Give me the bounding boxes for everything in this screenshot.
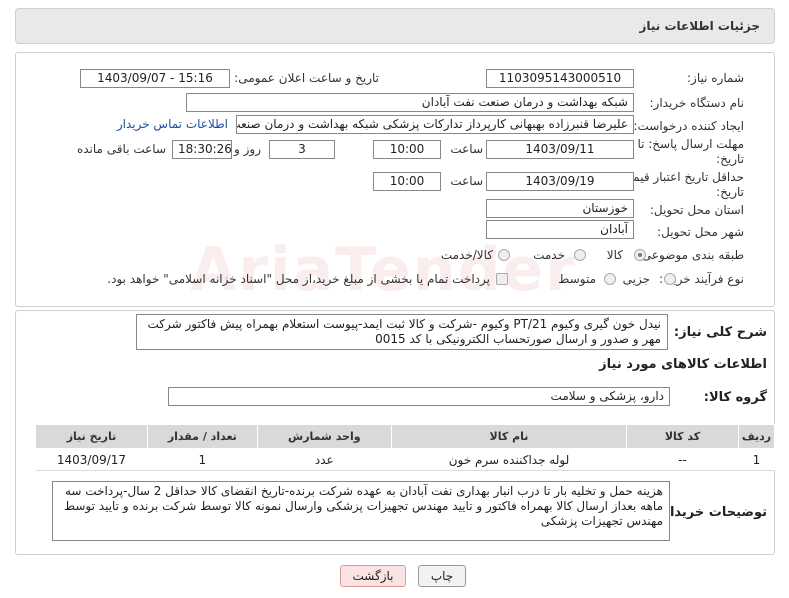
col-header-name: نام کالا bbox=[390, 424, 628, 449]
deadline-label-2: تاریخ: bbox=[716, 152, 744, 166]
items-table: ردیف کد کالا نام کالا واحد شمارش تعداد /… bbox=[35, 424, 776, 471]
province-label: استان محل تحویل: bbox=[649, 203, 744, 217]
creator-label: ایجاد کننده درخواست: bbox=[633, 119, 744, 133]
deadline-time-field[interactable]: 10:00 bbox=[373, 140, 441, 159]
goods-info-title: اطلاعات کالاهای مورد نیاز bbox=[599, 357, 767, 372]
deadline-label-1: مهلت ارسال پاسخ: تا bbox=[637, 137, 744, 151]
validity-date-field[interactable]: 1403/09/19 bbox=[486, 172, 634, 191]
payment-checkbox[interactable] bbox=[496, 273, 508, 285]
announce-field[interactable]: 1403/09/07 - 15:16 bbox=[80, 69, 230, 88]
process-medium-label: متوسط bbox=[558, 272, 596, 286]
table-row[interactable]: 1 -- لوله جداکننده سرم خون عدد 1 1403/09… bbox=[35, 448, 775, 471]
need-number-field[interactable]: 1103095143000510 bbox=[486, 69, 634, 88]
deadline-date-field[interactable]: 1403/09/11 bbox=[486, 140, 634, 159]
category-goods-radio[interactable] bbox=[634, 249, 646, 261]
category-both-radio[interactable] bbox=[498, 249, 510, 261]
watermark-logo: AriaTender bbox=[190, 235, 577, 305]
col-header-code: کد کالا bbox=[626, 424, 739, 449]
days-label: روز و bbox=[234, 142, 261, 156]
contact-link[interactable]: اطلاعات تماس خریدار bbox=[117, 117, 228, 131]
cell-row-number: 1 bbox=[738, 448, 775, 471]
city-label: شهر محل تحویل: bbox=[657, 225, 744, 239]
process-partial-radio[interactable] bbox=[664, 273, 676, 285]
buyer-field[interactable]: شبکه بهداشت و درمان صنعت نفت آبادان bbox=[186, 93, 634, 112]
days-field[interactable]: 3 bbox=[269, 140, 335, 159]
col-header-unit: واحد شمارش bbox=[256, 424, 392, 449]
payment-note: پرداخت تمام یا بخشی از مبلغ خرید،از محل … bbox=[107, 272, 490, 286]
panel-header: جزئیات اطلاعات نیاز bbox=[15, 8, 775, 44]
process-medium-radio[interactable] bbox=[604, 273, 616, 285]
buyer-notes-textarea[interactable]: هزینه حمل و تخلیه بار تا درب انبار بهدار… bbox=[52, 481, 670, 541]
buyer-label: نام دستگاه خریدار: bbox=[649, 96, 745, 110]
goods-group-label: گروه کالا: bbox=[703, 390, 767, 405]
remaining-label: ساعت باقی مانده bbox=[76, 142, 166, 156]
cell-quantity: 1 bbox=[147, 448, 258, 471]
cell-date: 1403/09/17 bbox=[35, 448, 148, 471]
table-header-row: ردیف کد کالا نام کالا واحد شمارش تعداد /… bbox=[35, 424, 776, 449]
cell-unit: عدد bbox=[257, 448, 392, 471]
description-textarea[interactable]: نیدل خون گیری وکیوم PT/21 وکیوم -شرکت و … bbox=[136, 314, 668, 350]
remaining-time-field[interactable]: 18:30:26 bbox=[172, 140, 232, 159]
validity-time-label: ساعت bbox=[450, 174, 483, 188]
print-button[interactable]: چاپ bbox=[418, 565, 466, 587]
category-service-radio[interactable] bbox=[574, 249, 586, 261]
back-button[interactable]: بازگشت bbox=[340, 565, 406, 587]
description-label: شرح کلی نیاز: bbox=[673, 325, 767, 340]
deadline-time-label: ساعت bbox=[450, 142, 483, 156]
category-both-label: کالا/خدمت bbox=[440, 248, 493, 262]
buyer-notes-label: توضیحات خریدار: bbox=[657, 505, 767, 520]
category-label: طبقه بندی موضوعی: bbox=[637, 248, 744, 262]
col-header-date: تاریخ نیاز bbox=[35, 424, 148, 449]
process-partial-label: جزیی bbox=[622, 272, 650, 286]
need-number-label: شماره نیاز: bbox=[687, 71, 744, 85]
panel-title: جزئیات اطلاعات نیاز bbox=[639, 19, 760, 33]
col-header-quantity: تعداد / مقدار bbox=[146, 424, 258, 449]
cell-name: لوله جداکننده سرم خون bbox=[391, 448, 627, 471]
announce-label: تاریخ و ساعت اعلان عمومی: bbox=[234, 71, 379, 85]
goods-group-field[interactable]: دارو، پزشکی و سلامت bbox=[168, 387, 670, 406]
cell-code: -- bbox=[626, 448, 739, 471]
city-field[interactable]: آبادان bbox=[486, 220, 634, 239]
category-service-label: خدمت bbox=[533, 248, 565, 262]
validity-time-field[interactable]: 10:00 bbox=[373, 172, 441, 191]
validity-label-2: تاریخ: bbox=[716, 185, 744, 199]
creator-field[interactable]: علیرضا قنبرزاده بهبهانی کارپرداز تدارکات… bbox=[236, 115, 634, 134]
province-field[interactable]: خوزستان bbox=[486, 199, 634, 218]
category-goods-label: کالا bbox=[606, 248, 623, 262]
col-header-row-number: ردیف bbox=[737, 424, 776, 449]
